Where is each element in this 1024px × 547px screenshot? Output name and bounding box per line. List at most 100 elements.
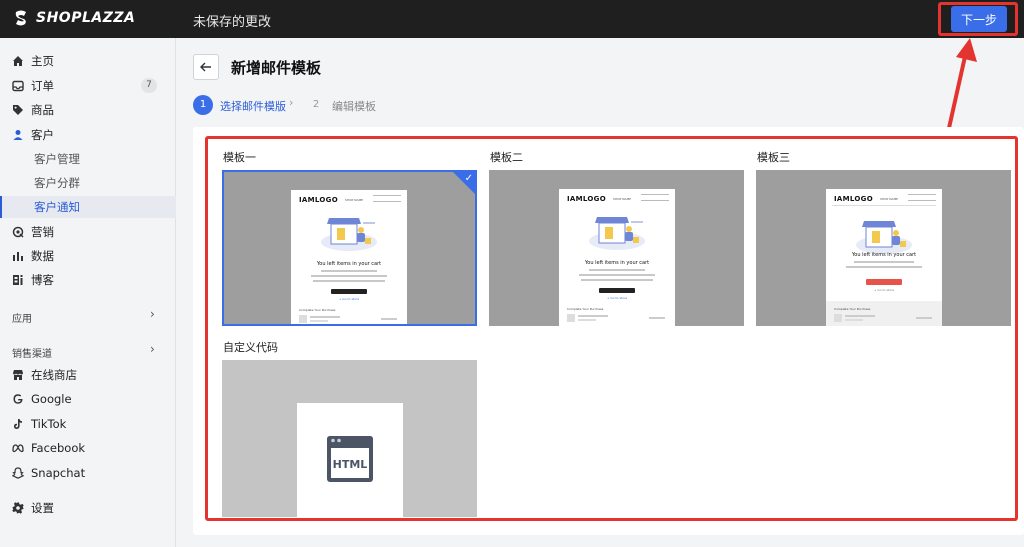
template-1-label: 模板一 [223, 151, 256, 164]
sidebar-item-online-store[interactable]: 在线商店 [0, 364, 176, 386]
email-link: + Go to store [338, 297, 360, 301]
email-shop-name: SHOP NAME [613, 197, 632, 201]
html-paper: HTML [297, 403, 403, 517]
store-icon [11, 369, 24, 382]
email-product-row [567, 314, 665, 322]
email-shop-name: SHOP NAME [345, 198, 364, 202]
email-preview: IAMLOGO SHOP NAME You left items in your… [826, 189, 942, 326]
email-meta [641, 194, 669, 201]
sidebar-item-label: TikTok [31, 417, 67, 431]
shoplazza-logo: SHOPLAZZA [12, 9, 135, 27]
sidebar-item-label: 商品 [31, 103, 54, 117]
email-cta-button [599, 288, 635, 293]
sidebar-item-label: 客户分群 [34, 176, 80, 190]
sidebar-item-label: Google [31, 392, 72, 406]
email-headline: You left items in your cart [584, 260, 650, 266]
sidebar-item-products[interactable]: 商品 [0, 99, 176, 121]
shoplazza-logo-icon [15, 10, 26, 26]
gear-icon [11, 502, 24, 515]
shopping-cart-illustration [589, 217, 645, 250]
sidebar-item-label: 设置 [31, 501, 54, 515]
sidebar-item-label: 主页 [31, 54, 54, 68]
email-product-row [299, 315, 397, 323]
email-logo: IAMLOGO [834, 195, 873, 203]
sidebar-item-label: 数据 [31, 249, 54, 263]
next-button[interactable]: 下一步 [951, 6, 1007, 32]
facebook-icon [11, 442, 24, 455]
email-headline: You left items in your cart [851, 252, 917, 258]
sidebar-item-facebook[interactable]: Facebook [0, 437, 176, 459]
custom-code-label: 自定义代码 [223, 341, 278, 354]
sidebar: 主页 订单 7 商品 客户 客户管理 客户分群 客户通知 营销 数据 博客 应用… [0, 38, 176, 547]
arrow-left-icon [200, 62, 211, 72]
sidebar-item-google[interactable]: Google [0, 388, 176, 410]
email-text-line [313, 280, 385, 282]
sidebar-item-analytics[interactable]: 数据 [0, 245, 176, 267]
google-icon [11, 393, 24, 406]
email-text-line [846, 266, 922, 268]
tiktok-icon [11, 418, 24, 431]
sidebar-item-tiktok[interactable]: TikTok [0, 413, 176, 435]
sidebar-item-label: 订单 [31, 79, 54, 93]
email-shop-name: SHOP NAME [880, 197, 899, 201]
html-label: HTML [333, 458, 368, 471]
sidebar-item-label: 客户管理 [34, 152, 80, 166]
sidebar-item-customer-segments[interactable]: 客户分群 [0, 172, 176, 194]
email-cta-button [866, 279, 902, 285]
sidebar-item-label: Facebook [31, 441, 86, 455]
top-bar: SHOPLAZZA 未保存的更改 下一步 [0, 0, 1024, 38]
step-2-number: 2 [312, 99, 320, 110]
template-1-option[interactable]: IAMLOGO SHOP NAME You left items in your… [222, 170, 477, 326]
step-1-number: 1 [193, 95, 213, 115]
checkmark-icon: ✓ [464, 173, 473, 184]
email-text-line [579, 274, 655, 276]
template-2-option[interactable]: IAMLOGO SHOP NAME You left items in your… [489, 170, 744, 326]
step-2-label[interactable]: 编辑模板 [332, 98, 376, 114]
chevron-right-icon: › [289, 96, 294, 109]
email-footer-title: Complete Your Purchase [834, 307, 871, 311]
email-text-line [854, 261, 914, 263]
email-preview: IAMLOGO SHOP NAME You left items in your… [291, 190, 407, 324]
sidebar-item-settings[interactable]: 设置 [0, 497, 176, 519]
sidebar-item-label: 博客 [31, 273, 54, 287]
chevron-right-icon[interactable]: › [150, 307, 155, 321]
email-headline: You left items in your cart [316, 261, 382, 267]
email-cta-button [331, 289, 367, 294]
sidebar-item-label: 客户 [31, 128, 54, 142]
email-text-line [311, 275, 387, 277]
email-product-row [834, 314, 932, 322]
logo-text: SHOPLAZZA [36, 10, 136, 26]
email-preview: IAMLOGO SHOP NAME You left items in your… [559, 189, 675, 326]
back-button[interactable] [193, 54, 219, 80]
shopping-cart-illustration [856, 221, 912, 254]
html-file-icon: HTML [327, 436, 373, 482]
template-3-option[interactable]: IAMLOGO SHOP NAME You left items in your… [756, 170, 1011, 326]
sidebar-item-marketing[interactable]: 营销 [0, 221, 176, 243]
custom-code-option[interactable]: HTML [222, 360, 477, 517]
email-link: + Go to store [873, 288, 895, 292]
sales-channels-section-title: 销售渠道 [12, 349, 52, 360]
sidebar-item-label: 客户通知 [34, 200, 80, 214]
sidebar-item-customer-management[interactable]: 客户管理 [0, 148, 176, 170]
megaphone-icon [11, 226, 24, 239]
sidebar-item-customers[interactable]: 客户 [0, 124, 176, 146]
sidebar-item-snapchat[interactable]: Snapchat [0, 462, 176, 484]
email-meta [373, 195, 401, 202]
sidebar-item-label: 营销 [31, 225, 54, 239]
email-footer-title: Complete Your Purchase [299, 308, 336, 312]
apps-section-title: 应用 [12, 314, 32, 325]
page-title: 新增邮件模板 [231, 59, 322, 77]
email-meta [908, 194, 936, 201]
email-link: + Go to store [606, 296, 628, 300]
template-3-label: 模板三 [757, 151, 790, 164]
sidebar-item-home[interactable]: 主页 [0, 50, 176, 72]
shopping-cart-illustration [321, 218, 377, 251]
chevron-right-icon[interactable]: › [150, 342, 155, 356]
email-footer-title: Complete Your Purchase [567, 307, 604, 311]
sidebar-item-customer-notifications[interactable]: 客户通知 [0, 196, 176, 218]
sidebar-item-orders[interactable]: 订单 7 [0, 75, 176, 97]
step-1-label[interactable]: 选择邮件模版 [220, 98, 286, 114]
unsaved-changes-text: 未保存的更改 [193, 15, 272, 30]
sidebar-item-blog[interactable]: 博客 [0, 269, 176, 291]
person-icon [11, 129, 24, 142]
